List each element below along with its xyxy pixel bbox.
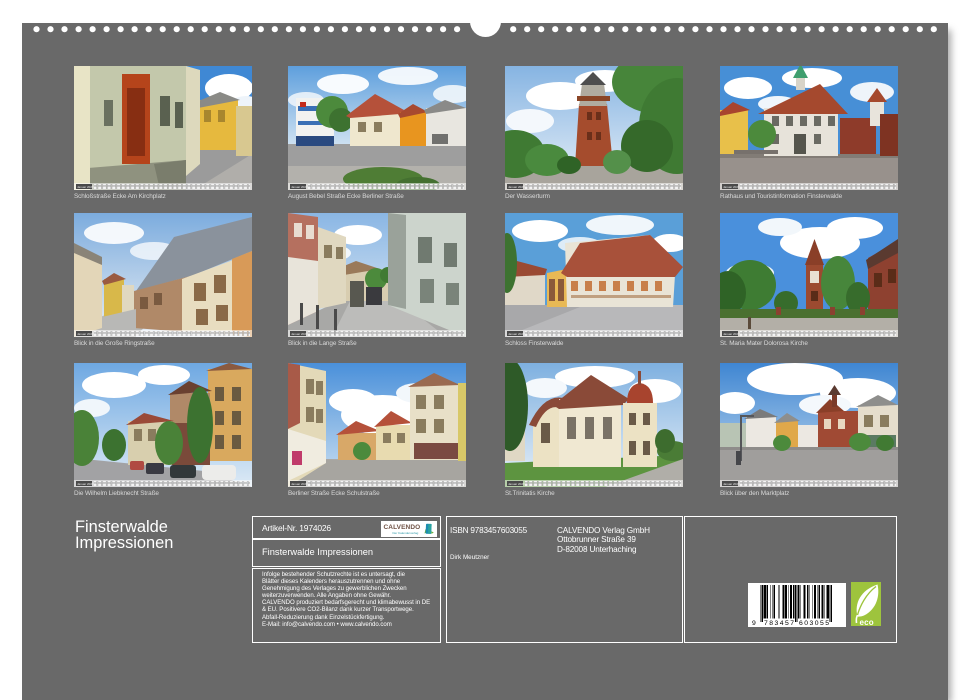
svg-text:9: 9 bbox=[752, 620, 756, 627]
svg-text:Januar 2026: Januar 2026 bbox=[508, 332, 525, 336]
svg-text:Januar 2026: Januar 2026 bbox=[723, 332, 740, 336]
svg-text:Januar 2026: Januar 2026 bbox=[291, 482, 308, 486]
svg-text:783457: 783457 bbox=[764, 620, 794, 627]
svg-text:Januar 2026: Januar 2026 bbox=[508, 482, 525, 486]
svg-text:603055: 603055 bbox=[799, 620, 829, 627]
svg-text:Januar 2026: Januar 2026 bbox=[723, 482, 740, 486]
svg-text:eco: eco bbox=[860, 618, 874, 626]
svg-text:Januar 2026: Januar 2026 bbox=[77, 185, 94, 189]
svg-text:Januar 2026: Januar 2026 bbox=[291, 185, 308, 189]
svg-text:Januar 2026: Januar 2026 bbox=[723, 185, 740, 189]
svg-text:Januar 2026: Januar 2026 bbox=[77, 332, 94, 336]
svg-text:Januar 2026: Januar 2026 bbox=[508, 185, 525, 189]
svg-text:Januar 2026: Januar 2026 bbox=[77, 482, 94, 486]
svg-text:Januar 2026: Januar 2026 bbox=[291, 332, 308, 336]
